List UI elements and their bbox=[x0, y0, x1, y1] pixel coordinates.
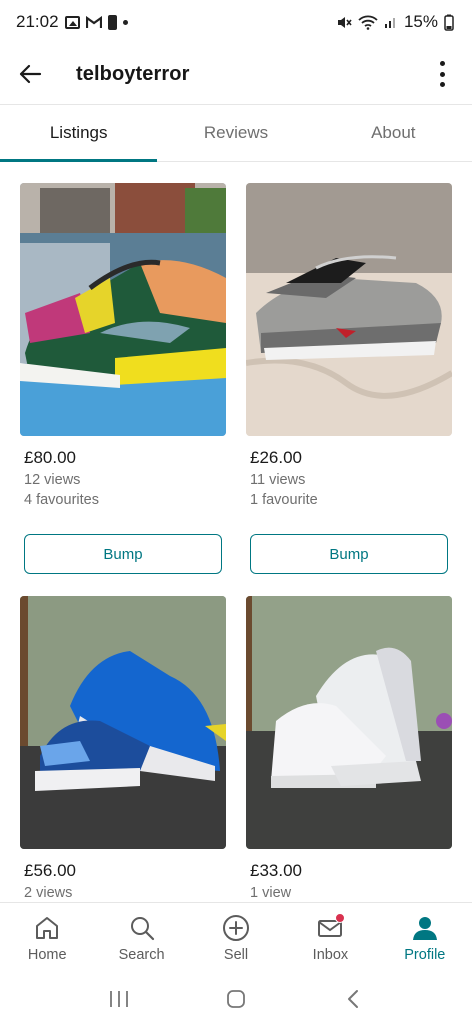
white-sneaker-image bbox=[246, 596, 452, 849]
listing-views: 2 views bbox=[24, 885, 73, 901]
arrow-left-icon bbox=[19, 64, 42, 84]
more-dot-icon bbox=[439, 71, 445, 77]
back-button[interactable] bbox=[16, 60, 44, 88]
more-dot-icon bbox=[439, 82, 445, 87]
nav-sell[interactable]: Sell bbox=[189, 903, 283, 974]
app-header: telboyterror bbox=[0, 44, 472, 104]
tab-about[interactable]: About bbox=[315, 105, 472, 161]
more-dot-icon bbox=[439, 61, 445, 66]
silver-sneaker-image bbox=[246, 183, 452, 436]
gmail-icon bbox=[85, 15, 102, 28]
signal-icon bbox=[384, 18, 395, 28]
listing-price: £33.00 bbox=[250, 861, 302, 880]
envelope-icon bbox=[315, 913, 346, 943]
home-icon bbox=[32, 913, 62, 943]
person-icon bbox=[410, 913, 440, 943]
search-icon bbox=[127, 913, 157, 943]
page-title: telboyterror bbox=[76, 62, 190, 85]
alert-icon bbox=[107, 14, 117, 30]
status-left: 21:02 bbox=[16, 12, 128, 32]
status-time: 21:02 bbox=[16, 12, 59, 31]
back-system-button[interactable] bbox=[333, 983, 373, 1015]
listing-price: £56.00 bbox=[24, 861, 76, 880]
nav-home[interactable]: Home bbox=[0, 903, 94, 974]
listing-card[interactable]: £56.00 2 views bbox=[20, 596, 226, 901]
nav-sell-label: Sell bbox=[223, 947, 249, 963]
listing-favourites: 4 favourites bbox=[24, 492, 99, 508]
listing-card[interactable]: £26.00 11 views 1 favourite Bump bbox=[246, 183, 452, 574]
chevron-left-icon bbox=[348, 990, 359, 1008]
system-nav-bar bbox=[0, 974, 472, 1024]
home-square-icon bbox=[227, 990, 245, 1008]
status-bar: 21:02 15% bbox=[0, 0, 472, 44]
listing-photo[interactable] bbox=[20, 183, 226, 436]
listing-photo[interactable] bbox=[246, 183, 452, 436]
nav-inbox[interactable]: Inbox bbox=[283, 903, 377, 974]
bump-button[interactable]: Bump bbox=[24, 534, 222, 574]
battery-icon bbox=[444, 14, 454, 31]
tab-reviews[interactable]: Reviews bbox=[157, 105, 314, 161]
listing-photo[interactable] bbox=[20, 596, 226, 849]
bump-button[interactable]: Bump bbox=[250, 534, 448, 574]
blue-sneaker-image bbox=[20, 596, 226, 849]
battery-text: 15% bbox=[403, 12, 438, 31]
listing-card[interactable]: £33.00 1 view bbox=[246, 596, 452, 901]
listing-price: £80.00 bbox=[24, 448, 76, 467]
nav-profile-label: Profile bbox=[404, 947, 446, 963]
nav-home-label: Home bbox=[27, 947, 67, 963]
more-notifications-icon bbox=[122, 19, 128, 25]
listing-card[interactable]: £80.00 12 views 4 favourites Bump bbox=[20, 183, 226, 574]
recent-apps-icon bbox=[109, 991, 128, 1007]
plus-circle-icon bbox=[221, 913, 251, 943]
colorful-sneaker-image bbox=[20, 183, 226, 436]
more-options-button[interactable] bbox=[430, 58, 454, 90]
listings-grid: £80.00 12 views 4 favourites Bump £26.00… bbox=[0, 162, 472, 902]
home-system-button[interactable] bbox=[216, 983, 256, 1015]
nav-inbox-label: Inbox bbox=[312, 947, 349, 963]
listing-price: £26.00 bbox=[250, 448, 302, 467]
mute-icon bbox=[337, 16, 352, 28]
status-right: 15% bbox=[336, 12, 454, 32]
gallery-icon bbox=[64, 15, 80, 29]
profile-tabs: Listings Reviews About bbox=[0, 104, 472, 162]
nav-profile[interactable]: Profile bbox=[378, 903, 472, 974]
listing-views: 11 views bbox=[250, 472, 306, 488]
tab-listings[interactable]: Listings bbox=[0, 105, 158, 162]
listing-views: 12 views bbox=[24, 472, 81, 488]
listing-photo[interactable] bbox=[246, 596, 452, 849]
nav-search[interactable]: Search bbox=[94, 903, 188, 974]
recent-apps-button[interactable] bbox=[99, 983, 139, 1015]
wifi-icon bbox=[358, 15, 378, 30]
listing-views: 1 view bbox=[250, 885, 292, 901]
listing-favourites: 1 favourite bbox=[250, 492, 318, 508]
nav-search-label: Search bbox=[118, 947, 165, 963]
bottom-nav: Home Search Sell Inbox Profile bbox=[0, 902, 472, 974]
